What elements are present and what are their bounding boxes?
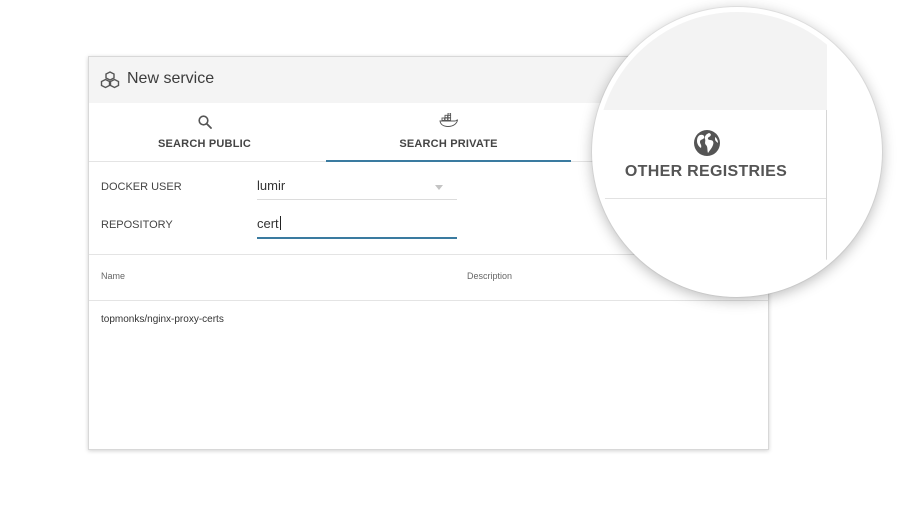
docker-user-value: lumir bbox=[257, 178, 286, 193]
tab-search-private[interactable]: SEARCH PRIVATE bbox=[326, 103, 571, 162]
repository-input[interactable]: cert bbox=[257, 211, 457, 239]
magnified-dialog-header bbox=[597, 12, 827, 110]
tab-search-public[interactable]: SEARCH PUBLIC bbox=[89, 103, 320, 161]
repository-value: cert bbox=[257, 216, 279, 231]
dialog-title: New service bbox=[127, 70, 215, 87]
repository-label: REPOSITORY bbox=[101, 219, 173, 231]
magnifier-callout: OTHER REGISTRIES bbox=[592, 7, 882, 297]
globe-icon bbox=[694, 130, 720, 156]
text-cursor bbox=[279, 216, 281, 230]
docker-icon bbox=[438, 113, 458, 127]
docker-user-label: DOCKER USER bbox=[101, 181, 182, 193]
docker-user-select[interactable]: lumir bbox=[257, 173, 457, 200]
chevron-down-icon bbox=[435, 185, 443, 190]
tab-search-public-label: SEARCH PUBLIC bbox=[157, 138, 252, 150]
tab-search-private-label: SEARCH PRIVATE bbox=[399, 138, 498, 150]
cubes-icon bbox=[100, 71, 120, 89]
active-tab-indicator bbox=[326, 160, 571, 162]
column-header-description: Description bbox=[467, 271, 513, 281]
repo-name-cell: topmonks/nginx-proxy-certs bbox=[101, 314, 224, 325]
table-row[interactable]: topmonks/nginx-proxy-certs bbox=[89, 300, 768, 340]
magnified-tab-divider bbox=[597, 198, 826, 199]
search-icon bbox=[197, 115, 212, 129]
tab-other-registries[interactable]: OTHER REGISTRIES bbox=[620, 163, 792, 181]
column-header-name: Name bbox=[101, 271, 126, 281]
